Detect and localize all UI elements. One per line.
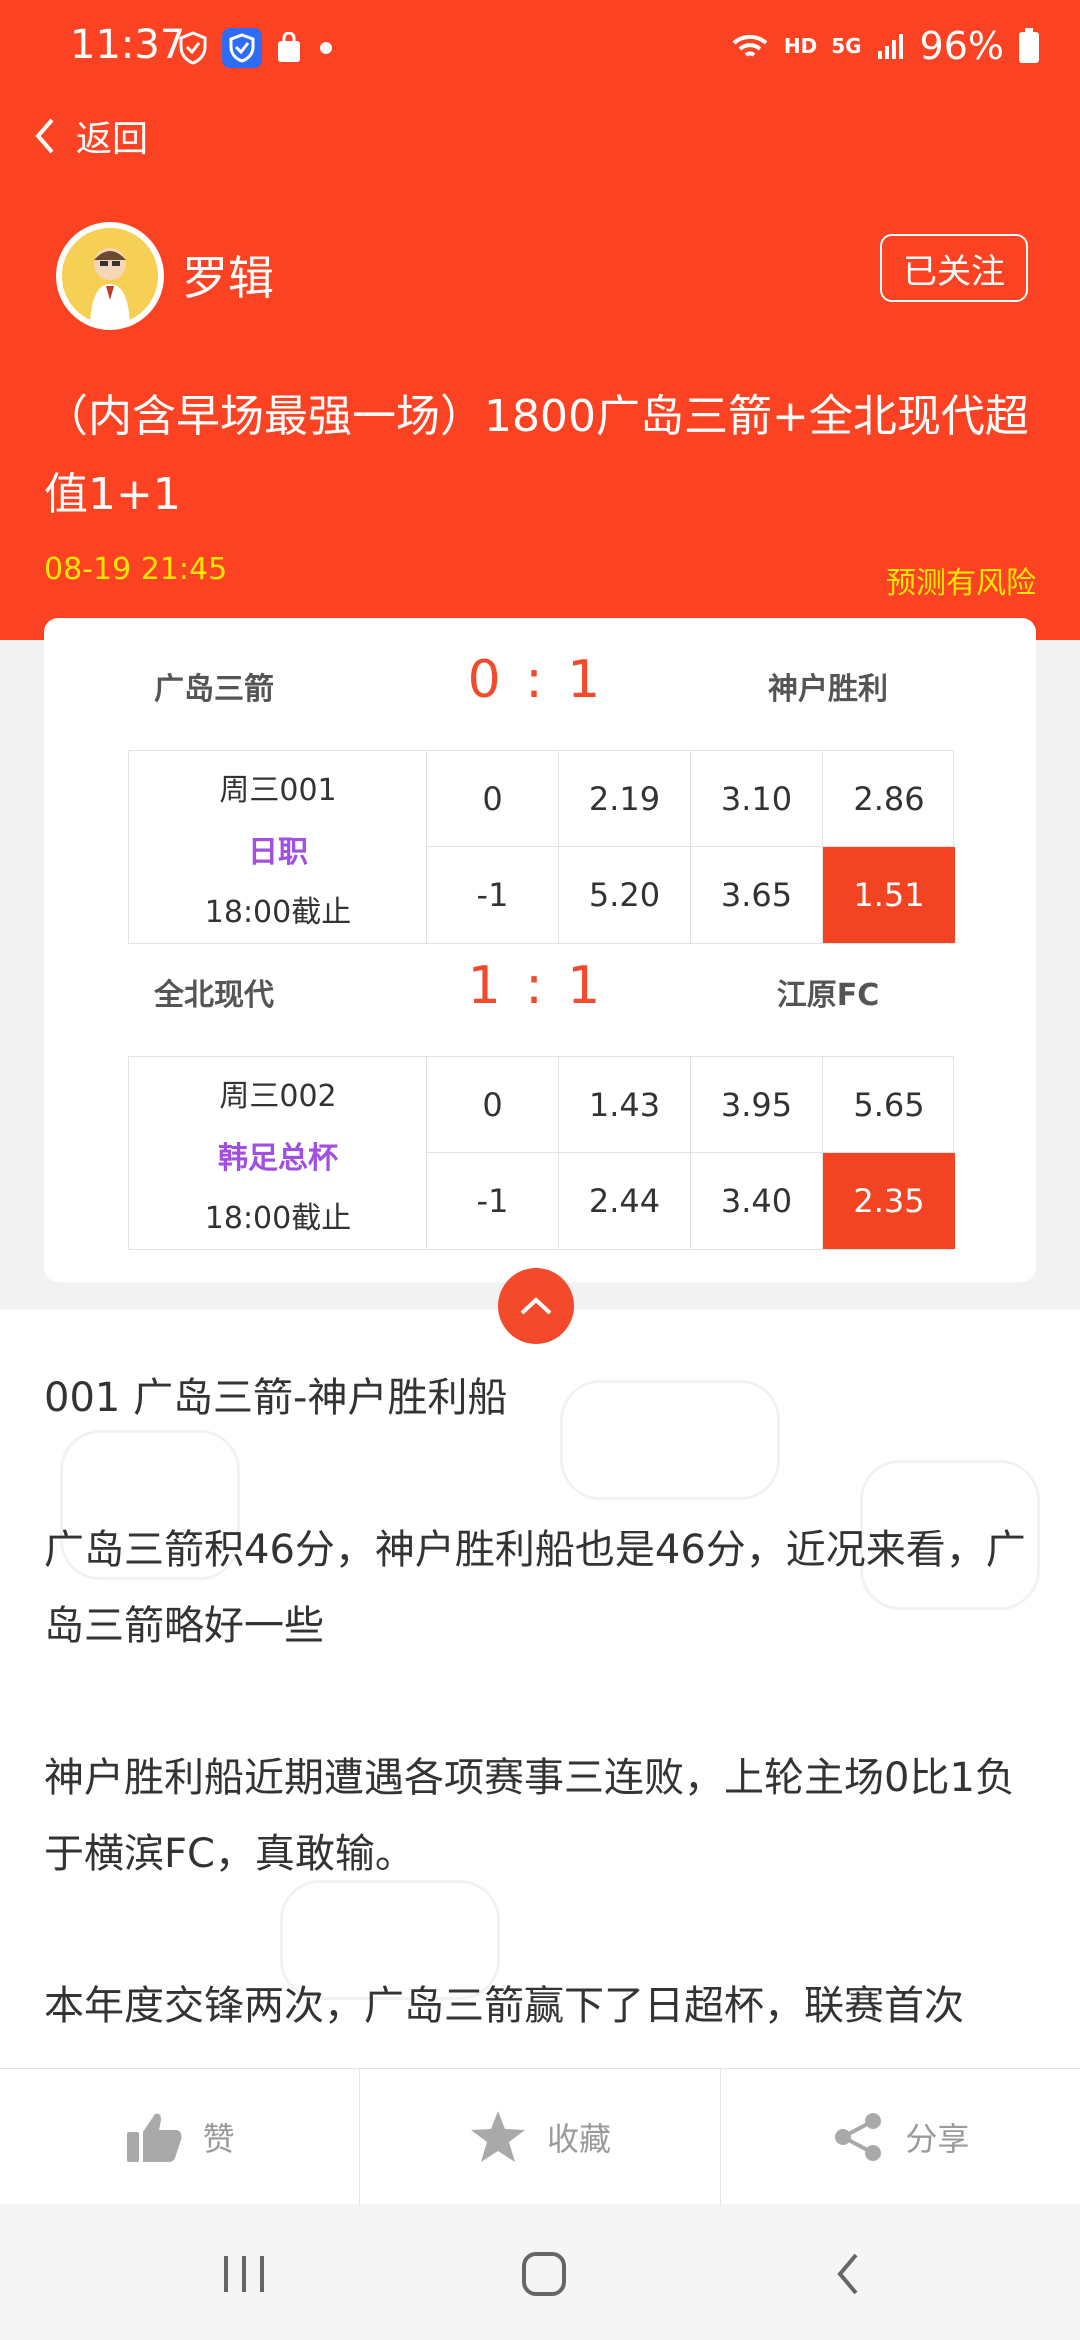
match-info: 周三001 日职 18:00截止 [129, 751, 427, 943]
network-type: HD [783, 34, 818, 58]
odds-cell: 5.65 [823, 1057, 955, 1153]
article-paragraph: 001 广岛三箭-神户胜利船 [44, 1375, 508, 1421]
security-app-icon [222, 28, 262, 68]
match-card: 广岛三箭 0 : 1 神户胜利 周三001 日职 18:00截止 0 2.19 … [44, 618, 1036, 1282]
signal-icon [876, 31, 906, 61]
match-header: 全北现代 1 : 1 江原FC [44, 948, 1036, 1036]
post-title: （内含早场最强一场）1800广岛三箭+全北现代超值1+1 [44, 391, 1029, 520]
home-icon [520, 2250, 568, 2298]
system-back-button[interactable] [818, 2244, 878, 2304]
share-button[interactable]: 分享 [721, 2069, 1080, 2204]
favorite-label: 收藏 [546, 2119, 611, 2158]
post-date: 08-19 21:45 [44, 552, 228, 587]
odds-cell: 3.65 [691, 847, 823, 943]
chevron-up-icon [518, 1295, 554, 1317]
share-label: 分享 [905, 2119, 970, 2158]
odds-cell: 3.95 [691, 1057, 823, 1153]
odds-table: 周三002 韩足总杯 18:00截止 0 1.43 3.95 5.65 -1 2… [128, 1056, 955, 1250]
back-label: 返回 [76, 119, 149, 160]
home-button[interactable] [514, 2244, 574, 2304]
thumbs-up-icon [125, 2110, 183, 2164]
match-deadline: 18:00截止 [204, 895, 352, 930]
shopping-bag-icon [276, 32, 302, 64]
score: 0 : 1 [467, 650, 605, 710]
battery-percent: 96% [919, 24, 1004, 68]
odds-cell-selected: 1.51 [823, 847, 955, 943]
match-week: 周三002 [219, 1079, 337, 1114]
wifi-icon [730, 29, 770, 63]
odds-cell: 5.20 [559, 847, 691, 943]
risk-note: 预测有风险 [886, 566, 1036, 601]
back-button[interactable]: 返回 [30, 110, 148, 162]
odds-cell: 3.10 [691, 751, 823, 847]
match-league: 日职 [248, 835, 308, 870]
nav-bar: 返回 [0, 96, 1080, 176]
handicap-cell: -1 [427, 847, 559, 943]
home-team: 广岛三箭 [154, 672, 274, 707]
star-icon [469, 2109, 527, 2165]
system-nav-bar [0, 2204, 1080, 2340]
score: 1 : 1 [467, 956, 605, 1016]
status-bar: 11:37 HD 5G 96% [0, 0, 1080, 96]
handicap-cell: -1 [427, 1153, 559, 1249]
match-league: 韩足总杯 [218, 1141, 338, 1176]
like-button[interactable]: 赞 [0, 2069, 361, 2204]
recent-apps-icon [220, 2252, 268, 2296]
article-paragraph: 神户胜利船近期遭遇各项赛事三连败，上轮主场0比1负于横滨FC，真敢输。 [44, 1755, 1015, 1877]
author-name[interactable]: 罗辑 [182, 242, 274, 308]
article-paragraph: 广岛三箭积46分，神户胜利船也是46分，近况来看，广岛三箭略好一些 [44, 1527, 1026, 1649]
odds-cell-selected: 2.35 [823, 1153, 955, 1249]
odds-cell: 2.44 [559, 1153, 691, 1249]
away-team: 江原FC [776, 978, 880, 1013]
odds-cell: 2.86 [823, 751, 955, 847]
handicap-cell: 0 [427, 751, 559, 847]
match-info: 周三002 韩足总杯 18:00截止 [129, 1057, 427, 1249]
chevron-left-icon [30, 114, 60, 158]
header: 11:37 HD 5G 96% 返回 罗辑 已关注 （内含早场最强一场）1800… [0, 0, 1080, 640]
odds-cell: 1.43 [559, 1057, 691, 1153]
home-team: 全北现代 [154, 978, 274, 1013]
match-header: 广岛三箭 0 : 1 神户胜利 [44, 642, 1036, 730]
action-bar: 赞 收藏 分享 [0, 2068, 1080, 2204]
status-right: HD 5G 96% [730, 24, 1040, 68]
odds-table: 周三001 日职 18:00截止 0 2.19 3.10 2.86 -1 5.2… [128, 750, 955, 944]
collapse-button[interactable] [498, 1268, 574, 1344]
status-time: 11:37 [70, 22, 186, 68]
match-deadline: 18:00截止 [204, 1201, 352, 1236]
shield-icon [178, 31, 208, 65]
match-week: 周三001 [219, 773, 337, 808]
odds-cell: 3.40 [691, 1153, 823, 1249]
away-team: 神户胜利 [768, 672, 888, 707]
battery-icon [1018, 28, 1040, 64]
article-paragraph: 本年度交锋两次，广岛三箭赢下了日超杯，联赛首次 [44, 1983, 964, 2029]
favorite-button[interactable]: 收藏 [360, 2069, 721, 2204]
follow-button[interactable]: 已关注 [880, 234, 1028, 302]
recent-apps-button[interactable] [214, 2244, 274, 2304]
author-profile: 罗辑 已关注 [0, 210, 1080, 330]
back-arrow-icon [830, 2249, 866, 2299]
avatar[interactable] [56, 222, 164, 330]
status-left-icons [178, 28, 336, 68]
like-label: 赞 [202, 2119, 235, 2158]
handicap-cell: 0 [427, 1057, 559, 1153]
signal-type: 5G [831, 34, 862, 58]
odds-cell: 2.19 [559, 751, 691, 847]
share-icon [831, 2112, 885, 2162]
notification-dot-icon [316, 38, 336, 58]
